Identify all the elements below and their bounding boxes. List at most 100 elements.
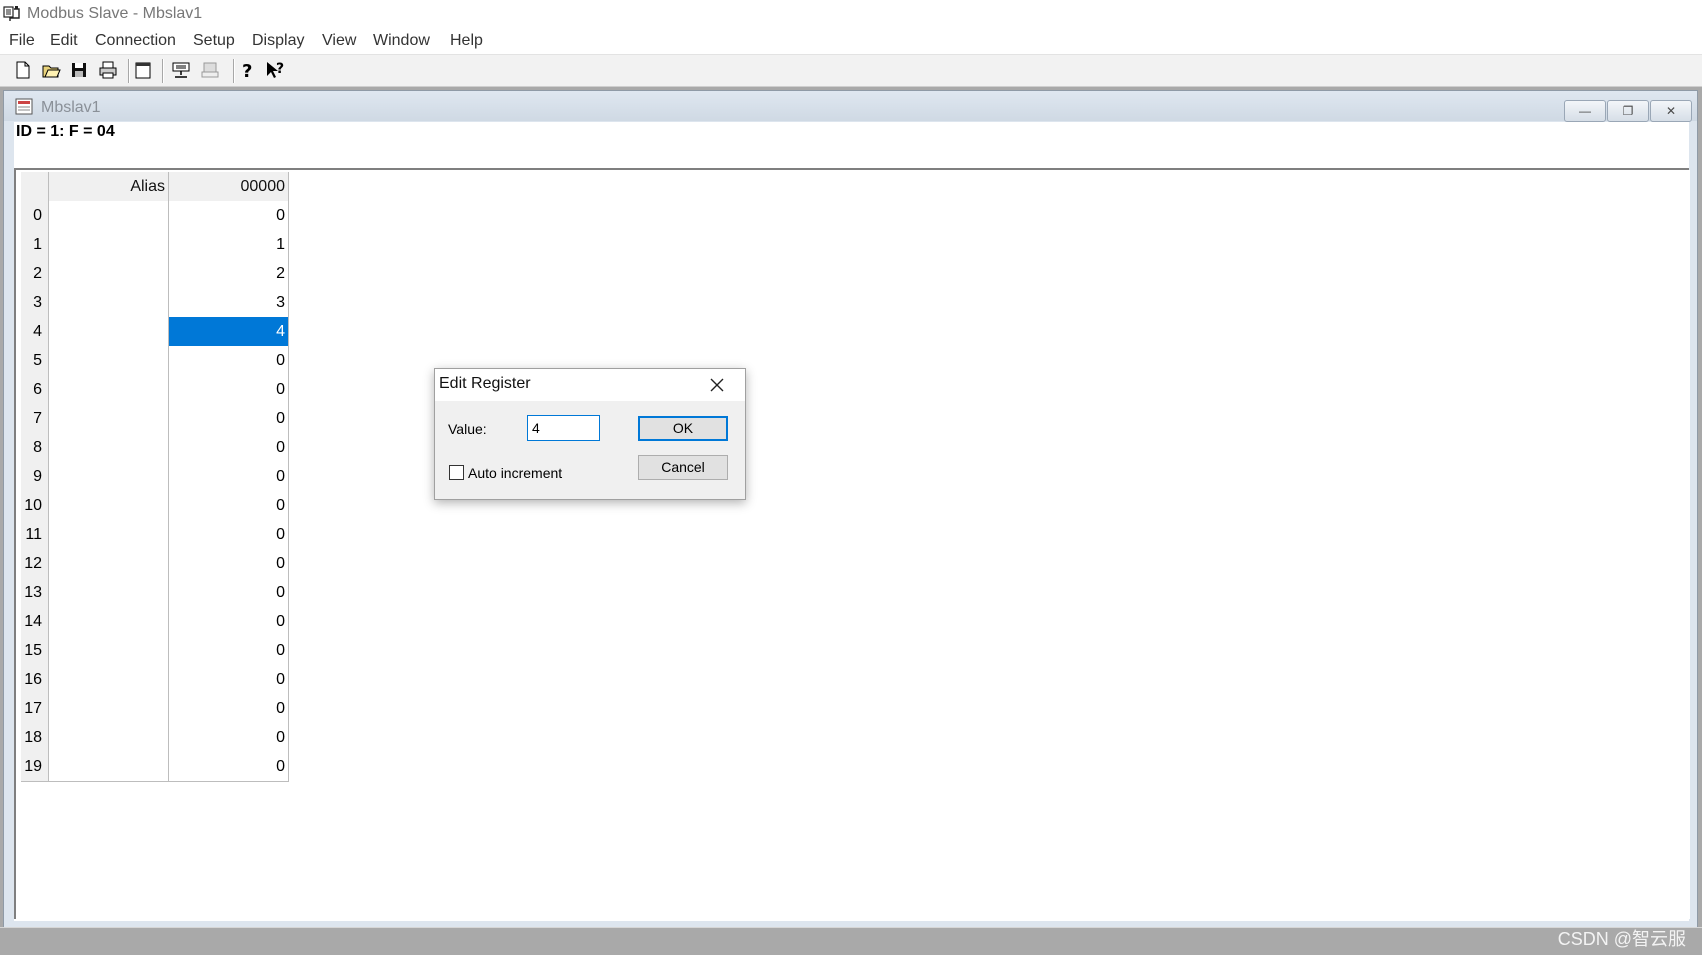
- print-icon[interactable]: [97, 59, 119, 81]
- row-header[interactable]: 4: [21, 317, 49, 347]
- register-value-cell[interactable]: 0: [169, 201, 289, 231]
- menu-view[interactable]: View: [322, 32, 356, 50]
- alias-cell[interactable]: [49, 259, 169, 289]
- context-help-icon[interactable]: ?: [264, 59, 286, 81]
- alias-cell[interactable]: [49, 317, 169, 347]
- save-icon[interactable]: [68, 59, 90, 81]
- new-document-icon[interactable]: [11, 59, 33, 81]
- row-header[interactable]: 12: [21, 549, 49, 579]
- alias-cell[interactable]: [49, 549, 169, 579]
- row-header[interactable]: 9: [21, 462, 49, 492]
- register-value-cell[interactable]: 0: [169, 665, 289, 695]
- register-value-cell[interactable]: 0: [169, 462, 289, 492]
- row-header[interactable]: 14: [21, 607, 49, 637]
- column-header-address[interactable]: 00000: [169, 172, 289, 202]
- alias-cell[interactable]: [49, 723, 169, 753]
- register-value-cell[interactable]: 0: [169, 404, 289, 434]
- child-title-bar[interactable]: Mbslav1 — ❐ ✕: [4, 91, 1697, 122]
- register-value-cell[interactable]: 1: [169, 230, 289, 260]
- register-grid-frame: Alias 00000 0 0 1 1 2 2 3 3 4 4 5 0 6 0 7 0 8 0 9 0 10 0 11 0 12 0 1…: [14, 170, 1690, 919]
- dialog-title-bar[interactable]: Edit Register: [435, 369, 745, 401]
- alias-cell[interactable]: [49, 665, 169, 695]
- register-value-cell[interactable]: 0: [169, 520, 289, 550]
- menu-help[interactable]: Help: [450, 32, 483, 50]
- minimize-button[interactable]: —: [1564, 100, 1606, 122]
- child-window-mbslav1: Mbslav1 — ❐ ✕ ID = 1: F = 04 Alias 00000 0…: [3, 90, 1698, 928]
- row-header[interactable]: 5: [21, 346, 49, 376]
- row-header[interactable]: 19: [21, 752, 49, 782]
- alias-cell[interactable]: [49, 636, 169, 666]
- alias-cell[interactable]: [49, 520, 169, 550]
- value-input[interactable]: [527, 415, 600, 441]
- row-header[interactable]: 7: [21, 404, 49, 434]
- restore-button[interactable]: ❐: [1607, 100, 1649, 122]
- alias-cell[interactable]: [49, 752, 169, 782]
- row-header[interactable]: 15: [21, 636, 49, 666]
- watermark: CSDN @智云服: [1557, 929, 1686, 949]
- row-header[interactable]: 13: [21, 578, 49, 608]
- row-header[interactable]: 10: [21, 491, 49, 521]
- auto-increment-label: Auto increment: [468, 465, 563, 481]
- register-value-cell[interactable]: 0: [169, 578, 289, 608]
- connect-icon[interactable]: [170, 59, 192, 81]
- row-header[interactable]: 3: [21, 288, 49, 318]
- row-header[interactable]: 6: [21, 375, 49, 405]
- alias-cell[interactable]: [49, 462, 169, 492]
- menu-window[interactable]: Window: [373, 32, 430, 50]
- alias-cell[interactable]: [49, 404, 169, 434]
- row-header[interactable]: 2: [21, 259, 49, 289]
- alias-cell[interactable]: [49, 578, 169, 608]
- row-header[interactable]: 18: [21, 723, 49, 753]
- column-header-alias[interactable]: Alias: [49, 172, 169, 202]
- help-icon[interactable]: ?: [236, 59, 258, 81]
- register-value-cell[interactable]: 0: [169, 694, 289, 724]
- grid-corner: [21, 172, 49, 202]
- register-value-cell-selected[interactable]: 4: [169, 317, 289, 347]
- value-label: Value:: [448, 421, 487, 437]
- register-value-cell[interactable]: 0: [169, 723, 289, 753]
- register-value-cell[interactable]: 0: [169, 491, 289, 521]
- register-value-cell[interactable]: 0: [169, 607, 289, 637]
- disconnect-icon[interactable]: [199, 59, 221, 81]
- register-value-cell[interactable]: 0: [169, 752, 289, 782]
- new-window-icon[interactable]: [132, 59, 154, 81]
- register-value-cell[interactable]: 0: [169, 433, 289, 463]
- menu-edit[interactable]: Edit: [50, 32, 78, 50]
- slave-id-function: ID = 1: F = 04: [16, 123, 115, 140]
- register-value-cell[interactable]: 0: [169, 549, 289, 579]
- alias-cell[interactable]: [49, 694, 169, 724]
- register-value-cell[interactable]: 0: [169, 636, 289, 666]
- menu-file[interactable]: File: [9, 32, 35, 50]
- alias-cell[interactable]: [49, 230, 169, 260]
- alias-cell[interactable]: [49, 433, 169, 463]
- menu-setup[interactable]: Setup: [193, 32, 235, 50]
- menu-connection[interactable]: Connection: [95, 32, 176, 50]
- dialog-close-icon[interactable]: [707, 375, 727, 395]
- alias-cell[interactable]: [49, 491, 169, 521]
- row-header[interactable]: 16: [21, 665, 49, 695]
- register-value-cell[interactable]: 3: [169, 288, 289, 318]
- alias-cell[interactable]: [49, 288, 169, 318]
- alias-cell[interactable]: [49, 346, 169, 376]
- menu-display[interactable]: Display: [252, 32, 304, 50]
- alias-cell[interactable]: [49, 201, 169, 231]
- row-header[interactable]: 17: [21, 694, 49, 724]
- ok-button[interactable]: OK: [638, 416, 728, 441]
- row-header[interactable]: 8: [21, 433, 49, 463]
- menu-bar: File Edit Connection Setup Display View …: [0, 29, 1702, 55]
- register-value-cell[interactable]: 0: [169, 346, 289, 376]
- alias-cell[interactable]: [49, 607, 169, 637]
- svg-text:?: ?: [242, 61, 252, 81]
- alias-cell[interactable]: [49, 375, 169, 405]
- register-value-cell[interactable]: 2: [169, 259, 289, 289]
- close-button[interactable]: ✕: [1650, 100, 1692, 122]
- register-value-cell[interactable]: 0: [169, 375, 289, 405]
- row-header[interactable]: 1: [21, 230, 49, 260]
- row-header[interactable]: 11: [21, 520, 49, 550]
- cancel-button[interactable]: Cancel: [638, 455, 728, 480]
- app-title-bar: Modbus Slave - Mbslav1: [0, 0, 1702, 29]
- open-folder-icon[interactable]: [40, 59, 62, 81]
- auto-increment-checkbox[interactable]: [449, 465, 464, 480]
- toolbar-separator: [233, 59, 235, 83]
- row-header[interactable]: 0: [21, 201, 49, 231]
